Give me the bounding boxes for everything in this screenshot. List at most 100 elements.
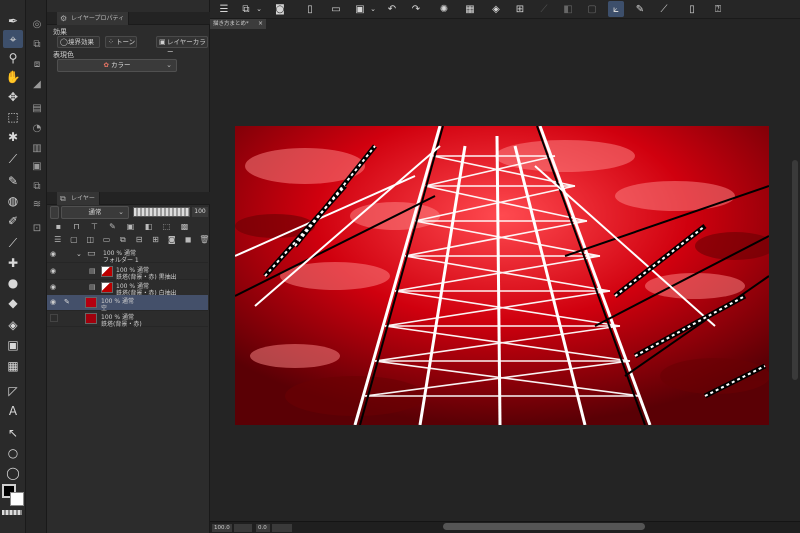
horizontal-scrollbar[interactable]: [443, 523, 645, 530]
apply-mask-icon[interactable]: ◼: [182, 234, 193, 245]
deselect-icon[interactable]: ⟋: [536, 1, 552, 17]
subtool-layer-select-icon[interactable]: ⧈: [29, 56, 45, 72]
move-icon[interactable]: ✥: [3, 88, 23, 106]
border-effect-button[interactable]: ◯ 境界効果: [57, 36, 100, 48]
clip-icon[interactable]: ⊓: [70, 221, 83, 232]
magnifier-icon[interactable]: ⚲: [3, 49, 23, 67]
layer-color-button[interactable]: ▣ レイヤーカラー: [156, 36, 208, 56]
frame-icon[interactable]: ▦: [3, 357, 23, 375]
merge-down-icon[interactable]: ⊟: [133, 234, 144, 245]
snap-special-ruler-icon[interactable]: ✎: [632, 1, 648, 17]
operation-tool-button[interactable]: ⌖: [3, 30, 23, 48]
opacity-value[interactable]: 100: [192, 207, 208, 217]
selection-icon[interactable]: ⬚: [3, 108, 23, 126]
expression-color-dropdown[interactable]: ✿ カラー ⌄: [57, 59, 177, 72]
subtool-panel-icon[interactable]: ▤: [29, 100, 45, 116]
expand-chevron-icon[interactable]: ⌄: [76, 250, 82, 258]
airbrush-icon[interactable]: ✚: [3, 254, 23, 272]
eye-icon[interactable]: ◉: [50, 267, 56, 275]
layer-row-tower-hidden[interactable]: 100 % 通常 鉄塔(背景・赤): [47, 311, 208, 328]
subtool-navigator-icon[interactable]: ⊡: [29, 220, 45, 236]
draft-icon[interactable]: ✎: [106, 221, 119, 232]
wand-icon[interactable]: ✱: [3, 128, 23, 146]
vertical-scrollbar[interactable]: [792, 160, 798, 380]
new-vector-icon[interactable]: ◫: [85, 234, 96, 245]
snap-ruler-icon[interactable]: ⟀: [608, 1, 624, 17]
correct-line-icon[interactable]: ↖: [3, 424, 23, 442]
eye-icon[interactable]: ◉: [50, 250, 56, 258]
zoom-slider-icon[interactable]: [234, 524, 252, 532]
hand-icon[interactable]: ✋: [3, 68, 23, 86]
zoom-value[interactable]: 100.0: [212, 524, 232, 532]
save-icon[interactable]: ▣: [352, 1, 368, 17]
sub-color-swatch[interactable]: [10, 492, 24, 506]
transparent-swatch[interactable]: [2, 510, 22, 515]
text-icon[interactable]: A: [3, 402, 23, 420]
close-icon[interactable]: ×: [258, 19, 263, 29]
decoration-icon[interactable]: ◍: [3, 192, 23, 210]
fill-bucket-icon[interactable]: ◈: [488, 1, 504, 17]
help-icon[interactable]: ⍰: [710, 1, 726, 17]
subtool-drop-icon[interactable]: ◔: [29, 120, 45, 136]
tone-button[interactable]: ⁘ トーン: [105, 36, 137, 48]
subtool-stack-icon[interactable]: ≋: [29, 196, 45, 212]
layer-type-button[interactable]: [50, 206, 59, 219]
figure-icon[interactable]: ○: [3, 444, 23, 462]
hidden-eye-box[interactable]: [50, 314, 58, 322]
pen-nib-icon[interactable]: ✎: [3, 172, 23, 190]
undo-icon[interactable]: ↶: [384, 1, 400, 17]
ruler-icon[interactable]: ◸: [3, 382, 23, 400]
view-icon[interactable]: ◙: [272, 1, 288, 17]
loading-icon[interactable]: ✺: [436, 1, 452, 17]
layer-row-black-extract[interactable]: ◉ ▤ 100 % 通常 鉄塔(背景・赤) 黒抽出: [47, 264, 208, 281]
chevron-down-icon[interactable]: ⌄: [254, 1, 264, 17]
subtool-box-icon[interactable]: ▣: [29, 158, 45, 174]
gradient-icon[interactable]: ▣: [3, 336, 23, 354]
new-folder-icon[interactable]: ▭: [101, 234, 112, 245]
subtool-fill-icon[interactable]: ▥: [29, 140, 45, 156]
subtool-object-icon[interactable]: ◎: [29, 16, 45, 32]
invert-icon[interactable]: ◧: [560, 1, 576, 17]
new-raster-icon[interactable]: ▢: [68, 234, 79, 245]
lock-icon[interactable]: ▣: [124, 221, 137, 232]
show-selection-icon[interactable]: ▢: [584, 1, 600, 17]
lock-transparency-icon[interactable]: ▪: [52, 221, 65, 232]
balloon-icon[interactable]: ◯: [3, 464, 23, 482]
delete-layer-icon[interactable]: 🗑: [199, 234, 210, 245]
subtool-layer-icon[interactable]: ⧉: [29, 36, 45, 52]
reference-icon[interactable]: ⊤: [88, 221, 101, 232]
new-file-icon[interactable]: ▯: [302, 1, 318, 17]
brush-icon[interactable]: ⟋: [3, 234, 23, 252]
open-folder-icon[interactable]: ▭: [328, 1, 344, 17]
copy-layer-icon[interactable]: ⧉: [117, 234, 128, 245]
eye-icon[interactable]: ◉: [50, 283, 56, 291]
fill-icon[interactable]: ◈: [3, 316, 23, 334]
snap-grid-icon[interactable]: ⟋: [656, 1, 672, 17]
layer-row-white-extract[interactable]: ◉ ▤ 100 % 通常 鉄塔(背景・赤) 白抽出: [47, 280, 208, 297]
menu-icon[interactable]: ☰: [216, 1, 232, 17]
pen-tool-button[interactable]: ✒: [3, 12, 23, 30]
layer-row-folder[interactable]: ◉ ⌄ ▭ 100 % 通常 フォルダー 1: [47, 247, 208, 264]
rotate-slider-icon[interactable]: [272, 524, 292, 532]
subtool-ruler-icon[interactable]: ◢: [29, 76, 45, 92]
document-tab[interactable]: 描き方まとめ* ×: [210, 19, 266, 29]
combine-icon[interactable]: ⊞: [150, 234, 161, 245]
add-mask-icon[interactable]: ◙: [166, 234, 177, 245]
pencil-icon[interactable]: ✐: [3, 212, 23, 230]
layer-row-sky[interactable]: ◉ ✎ 100 % 通常 空: [47, 295, 208, 312]
blend-mode-dropdown[interactable]: 通常 ⌄: [61, 206, 129, 219]
blend-icon[interactable]: ●: [3, 274, 23, 292]
opacity-slider[interactable]: [133, 207, 190, 217]
redo-icon[interactable]: ↷: [408, 1, 424, 17]
tab-layer-property[interactable]: ⚙ レイヤープロパティ: [57, 12, 130, 25]
smartphone-icon[interactable]: ▯: [684, 1, 700, 17]
layer-color-swatch-icon[interactable]: ▩: [178, 221, 191, 232]
eraser-icon[interactable]: ◆: [3, 294, 23, 312]
transform-icon[interactable]: ⊞: [512, 1, 528, 17]
tab-layers[interactable]: ⧉ レイヤー: [57, 192, 100, 205]
new-canvas-icon[interactable]: ⧉: [238, 1, 254, 17]
canvas-artwork[interactable]: [235, 126, 769, 425]
eye-icon[interactable]: ◉: [50, 298, 56, 306]
chevron-down-icon[interactable]: ⌄: [368, 1, 378, 17]
clear-icon[interactable]: ▦: [462, 1, 478, 17]
